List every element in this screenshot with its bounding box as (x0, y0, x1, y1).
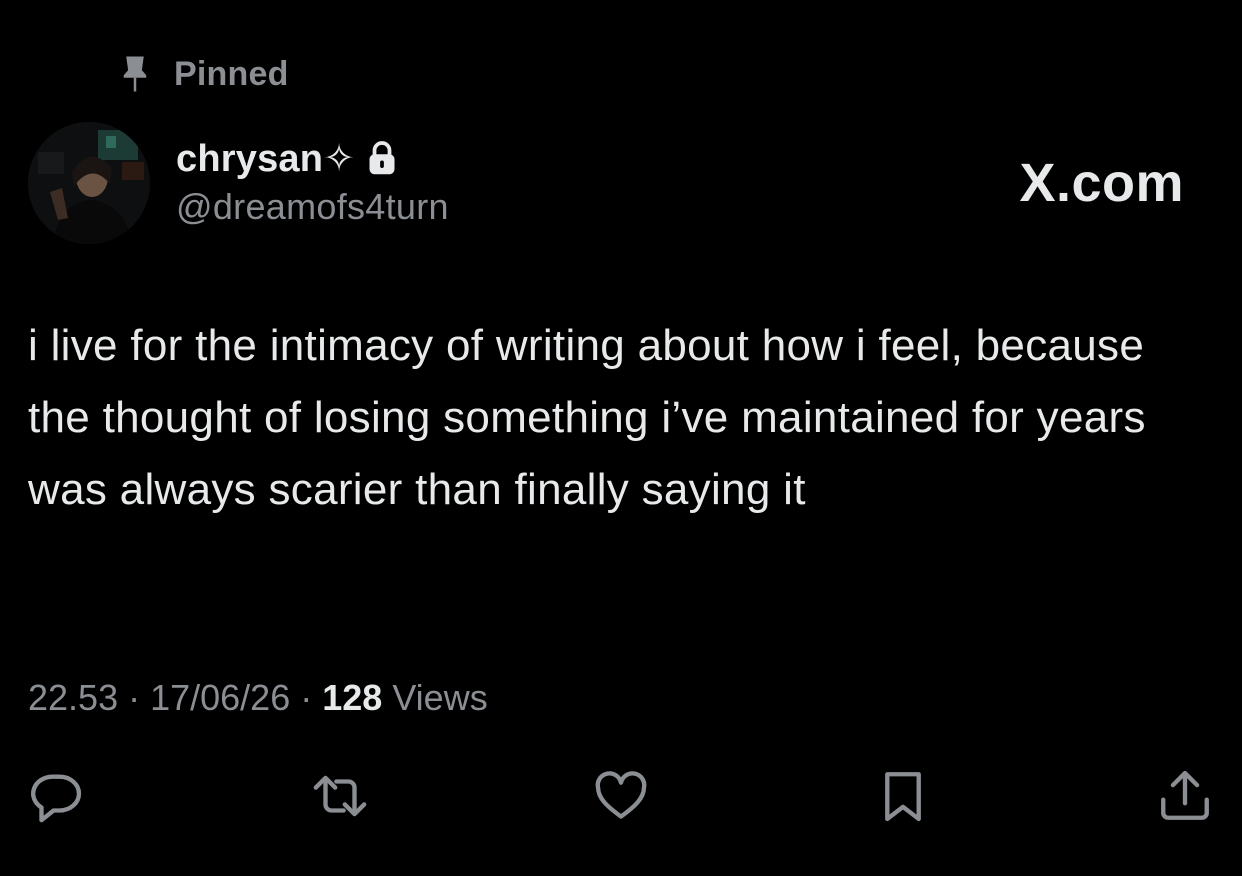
meta-separator: · (290, 677, 323, 718)
heart-icon (595, 771, 647, 819)
brand-watermark: X.com (1019, 153, 1184, 213)
share-button[interactable] (1155, 766, 1215, 826)
author-name-row[interactable]: chrysan✧ (176, 134, 397, 182)
tweet-date[interactable]: 17/06/26 (150, 677, 290, 719)
lock-icon (369, 141, 395, 175)
share-icon (1161, 770, 1209, 820)
user-handle[interactable]: @dreamofs4turn (176, 186, 449, 228)
reply-icon (31, 774, 82, 823)
avatar[interactable] (28, 122, 150, 244)
meta-separator: · (118, 677, 151, 718)
action-bar (0, 766, 1242, 826)
pinned-indicator: Pinned (120, 52, 289, 96)
pinned-label: Pinned (174, 54, 289, 93)
tweet-meta: 22.53 · 17/06/26 · 128 Views (28, 674, 488, 722)
bookmark-button[interactable] (873, 766, 933, 826)
tweet-time[interactable]: 22.53 (28, 677, 118, 719)
display-name[interactable]: chrysan✧ (176, 136, 355, 181)
tweet-text: i live for the intimacy of writing about… (28, 321, 1146, 514)
bookmark-icon (885, 772, 921, 822)
like-button[interactable] (591, 766, 651, 826)
repost-icon (313, 775, 367, 817)
views-count: 128 (322, 677, 383, 718)
pin-icon (123, 56, 147, 92)
repost-button[interactable] (310, 766, 370, 826)
reply-button[interactable] (26, 766, 86, 826)
views-label: Views (382, 677, 488, 718)
